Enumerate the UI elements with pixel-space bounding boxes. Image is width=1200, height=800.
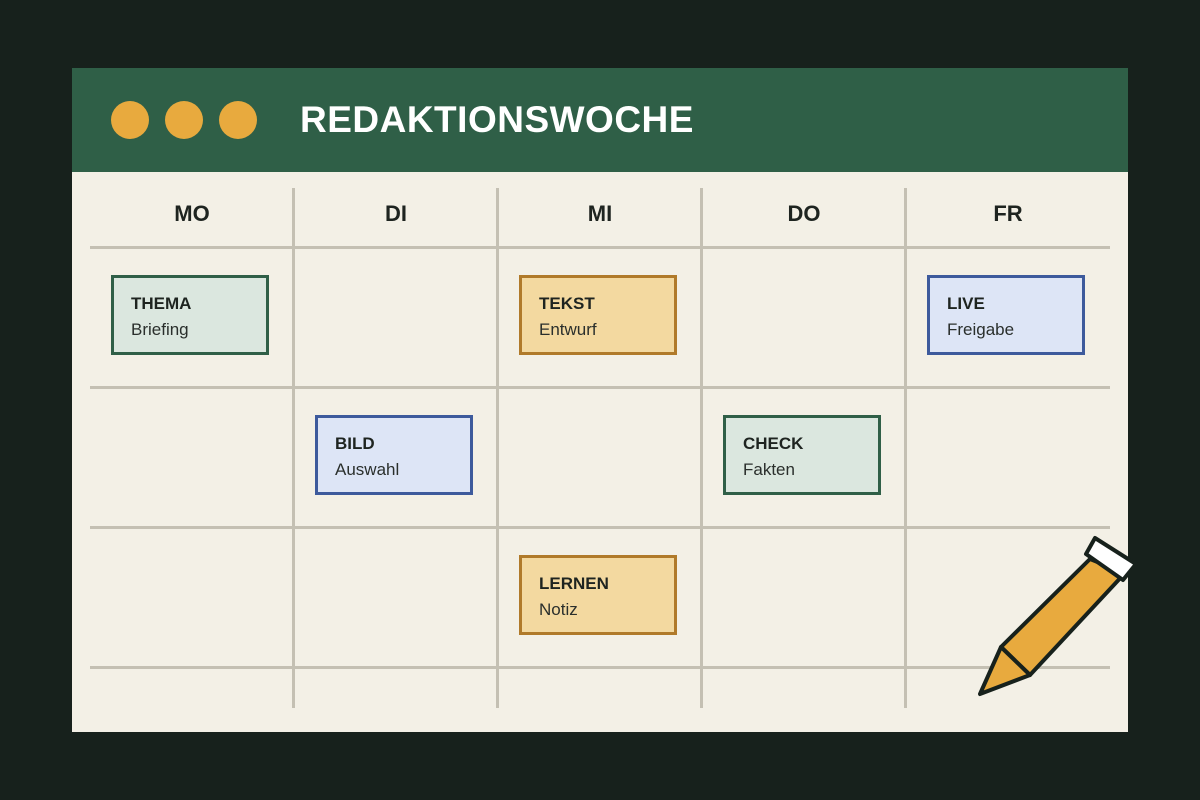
task-card[interactable]: THEMA Briefing — [111, 275, 269, 355]
task-card[interactable]: BILD Auswahl — [315, 415, 473, 495]
day-header-mi: MI — [587, 201, 613, 226]
task-card[interactable]: CHECK Fakten — [723, 415, 881, 495]
task-card-title: THEMA — [131, 294, 192, 313]
pencil-icon[interactable] — [970, 528, 1150, 708]
task-card-subtitle: Auswahl — [335, 460, 400, 479]
stage: REDAKTIONSWOCHE MO DI MI DO FR THEMA Bri… — [0, 0, 1200, 800]
task-card-subtitle: Notiz — [539, 600, 578, 619]
grid-line-col-3 — [700, 188, 703, 708]
task-card[interactable]: LERNEN Notiz — [519, 555, 677, 635]
task-card-title: BILD — [335, 434, 375, 453]
window-title: REDAKTIONSWOCHE — [300, 99, 694, 140]
task-card-subtitle: Freigabe — [947, 320, 1015, 339]
task-card-subtitle: Briefing — [131, 320, 189, 339]
task-card[interactable]: LIVE Freigabe — [927, 275, 1085, 355]
day-header-di: DI — [385, 201, 407, 226]
grid-line-row-1 — [90, 386, 1110, 389]
day-header-do: DO — [787, 201, 821, 226]
task-card-title: LIVE — [947, 294, 985, 313]
grid-line-col-4 — [904, 188, 907, 708]
title-bar: REDAKTIONSWOCHE — [72, 68, 1128, 172]
task-card-title: CHECK — [743, 434, 804, 453]
window-control-dot-2[interactable] — [165, 101, 203, 139]
day-header-fr: FR — [993, 201, 1023, 226]
grid-line-header — [90, 246, 1110, 249]
task-card[interactable]: TEKST Entwurf — [519, 275, 677, 355]
day-header-mo: MO — [174, 201, 210, 226]
task-card-title: TEKST — [539, 294, 595, 313]
grid-line-row-2 — [90, 526, 1110, 529]
grid-line-col-1 — [292, 188, 295, 708]
grid-line-col-2 — [496, 188, 499, 708]
task-card-subtitle: Fakten — [743, 460, 795, 479]
task-card-subtitle: Entwurf — [539, 320, 597, 339]
pencil-shape — [978, 536, 1138, 696]
window-control-dot-1[interactable] — [111, 101, 149, 139]
grid-line-row-3 — [90, 666, 1110, 669]
task-card-title: LERNEN — [539, 574, 609, 593]
window-control-dot-3[interactable] — [219, 101, 257, 139]
